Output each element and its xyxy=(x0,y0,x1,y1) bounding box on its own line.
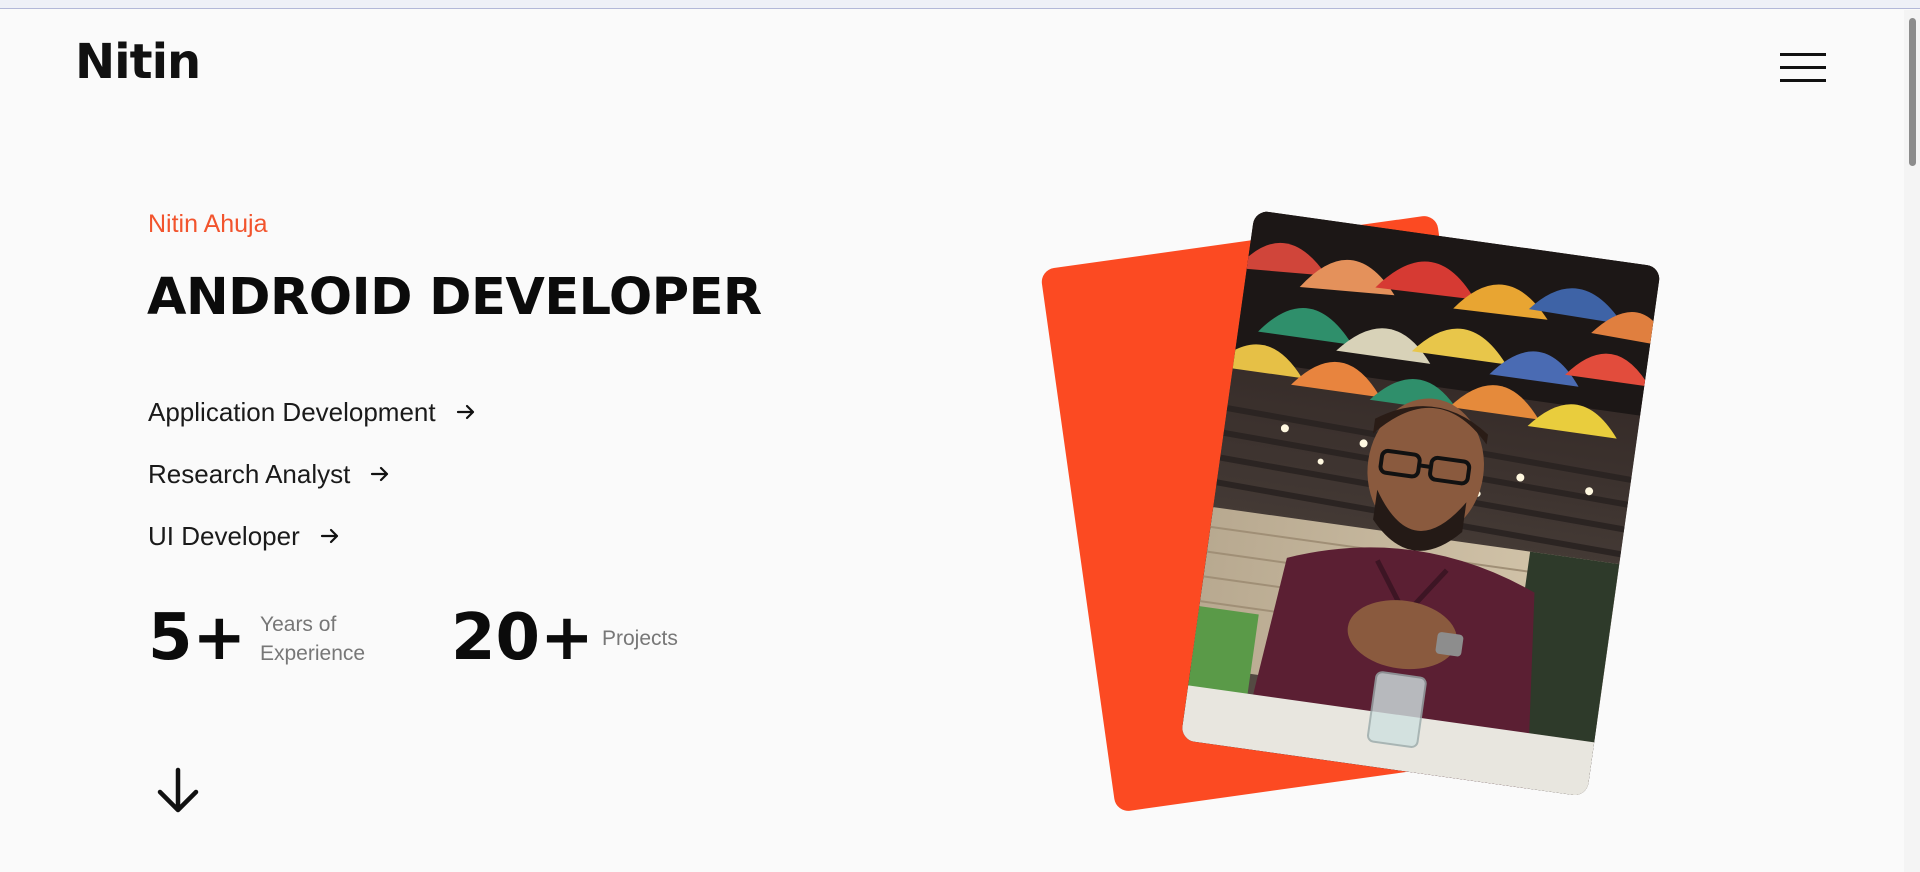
hero-title: ANDROID DEVELOPER xyxy=(147,268,762,327)
hamburger-menu-icon[interactable] xyxy=(1780,42,1828,82)
service-link-research-analyst[interactable]: Research Analyst xyxy=(148,443,476,505)
stat-projects-label: Projects xyxy=(602,627,678,650)
services-list: Application Development Research Analyst… xyxy=(148,381,476,567)
hero-name: Nitin Ahuja xyxy=(148,210,268,238)
stat-years-label: Years of Experience xyxy=(260,613,366,665)
site-logo[interactable]: Nitin xyxy=(75,34,201,90)
scrollbar[interactable] xyxy=(1904,10,1920,872)
service-link-application-development[interactable]: Application Development xyxy=(148,381,476,443)
service-label: UI Developer xyxy=(148,520,300,551)
service-label: Application Development xyxy=(148,396,436,427)
profile-photo xyxy=(1180,210,1662,797)
arrow-down-icon[interactable] xyxy=(154,766,202,816)
scrollbar-thumb[interactable] xyxy=(1909,18,1916,166)
arrow-right-icon xyxy=(456,402,476,422)
service-label: Research Analyst xyxy=(148,458,351,489)
stat-projects-value: 20+ xyxy=(451,601,594,675)
stat-years-value: 5+ xyxy=(148,601,247,675)
arrow-right-icon xyxy=(320,526,340,546)
browser-top-border xyxy=(0,0,1920,9)
service-link-ui-developer[interactable]: UI Developer xyxy=(148,505,476,567)
arrow-right-icon xyxy=(370,464,390,484)
